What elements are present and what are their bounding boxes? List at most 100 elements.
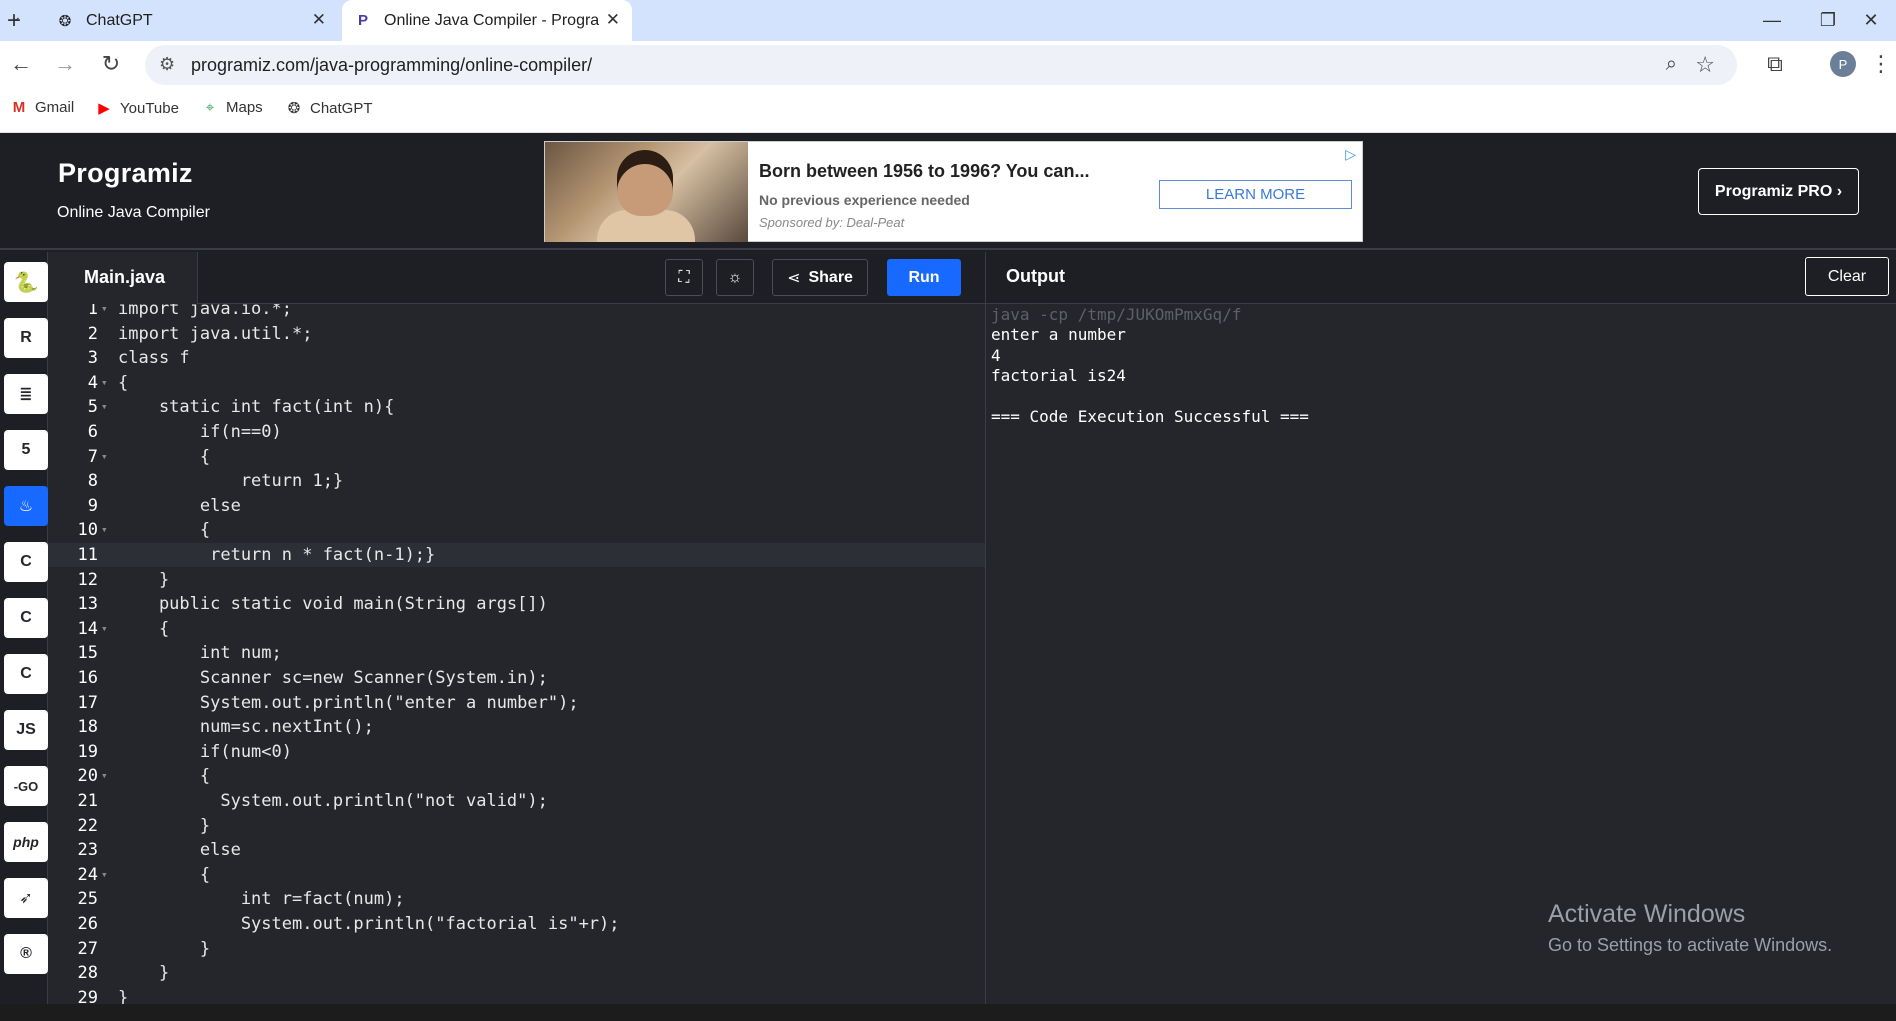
r-icon[interactable]: R — [4, 318, 48, 358]
file-tab-main-java[interactable]: Main.java — [48, 252, 198, 304]
ad-title[interactable]: Born between 1956 to 1996? You can... — [759, 161, 1089, 182]
ad-image[interactable] — [545, 142, 748, 242]
code-text[interactable]: { — [118, 445, 210, 469]
fold-arrow-icon[interactable]: ▾ — [101, 304, 108, 321]
run-button[interactable]: Run — [887, 259, 961, 296]
code-line[interactable]: 13 public static void main(String args[]… — [48, 592, 985, 616]
code-line[interactable]: 28 } — [48, 961, 985, 985]
fold-arrow-icon[interactable]: ▾ — [101, 764, 108, 788]
code-line[interactable]: 18 num=sc.nextInt(); — [48, 715, 985, 739]
zoom-icon[interactable]: ⌕ — [1666, 53, 1677, 76]
fold-arrow-icon[interactable]: ▾ — [101, 395, 108, 419]
java-icon[interactable]: ♨ — [4, 486, 48, 526]
fold-arrow-icon[interactable]: ▾ — [101, 518, 108, 542]
database-icon[interactable]: ≣ — [4, 374, 48, 414]
code-line[interactable]: 6 if(n==0) — [48, 420, 985, 444]
back-icon[interactable]: ← — [6, 49, 36, 79]
bookmark-maps[interactable]: ⌖ Maps — [201, 99, 263, 116]
code-line[interactable]: 24 ▾ { — [48, 863, 985, 887]
code-line[interactable]: 26 System.out.println("factorial is"+r); — [48, 912, 985, 936]
code-text[interactable]: class f — [118, 346, 190, 370]
ad-learn-more-button[interactable]: LEARN MORE — [1159, 180, 1352, 209]
code-line[interactable]: 12 } — [48, 568, 985, 592]
code-text[interactable]: else — [118, 838, 241, 862]
close-window-button[interactable]: ✕ — [1846, 0, 1896, 41]
tab-search-icon[interactable]: ⌄ — [10, 8, 22, 25]
fold-arrow-icon[interactable]: ▾ — [101, 445, 108, 469]
bookmark-gmail[interactable]: M Gmail — [10, 99, 74, 116]
share-button[interactable]: ⋖ Share — [772, 259, 868, 296]
forward-icon[interactable]: → — [50, 49, 80, 79]
code-line[interactable]: 23 else — [48, 838, 985, 862]
code-text[interactable]: import java.io.*; — [118, 304, 292, 321]
code-line[interactable]: 11 return n * fact(n-1);} — [48, 543, 985, 567]
code-line[interactable]: 15 int num; — [48, 641, 985, 665]
code-text[interactable]: import java.util.*; — [118, 322, 312, 346]
code-text[interactable]: } — [118, 937, 210, 961]
tab-chatgpt[interactable]: ❂ ChatGPT ✕ — [48, 0, 338, 41]
fold-arrow-icon[interactable]: ▾ — [101, 863, 108, 887]
csharp-icon[interactable]: C — [4, 654, 48, 694]
code-line[interactable]: 29} — [48, 986, 985, 1004]
code-line[interactable]: 17 System.out.println("enter a number"); — [48, 691, 985, 715]
code-line[interactable]: 7 ▾ { — [48, 445, 985, 469]
code-line[interactable]: 2 import java.util.*; — [48, 322, 985, 346]
c-icon[interactable]: C — [4, 542, 48, 582]
code-text[interactable]: Scanner sc=new Scanner(System.in); — [118, 666, 548, 690]
adchoices-icon[interactable]: ▷ — [1345, 146, 1356, 163]
code-text[interactable]: System.out.println("not valid"); — [118, 789, 548, 813]
code-line[interactable]: 3 class f — [48, 346, 985, 370]
code-line[interactable]: 20 ▾ { — [48, 764, 985, 788]
code-text[interactable]: { — [118, 371, 128, 395]
code-text[interactable]: else — [118, 494, 241, 518]
code-text[interactable]: if(n==0) — [118, 420, 282, 444]
tab-programiz[interactable]: P Online Java Compiler - Program ✕ — [342, 0, 632, 41]
code-text[interactable]: int r=fact(num); — [118, 887, 405, 911]
address-bar[interactable]: ⚙ programiz.com/java-programming/online-… — [145, 45, 1737, 85]
go-icon[interactable]: -GO — [4, 766, 48, 806]
html5-icon[interactable]: 5 — [4, 430, 48, 470]
code-line[interactable]: 25 int r=fact(num); — [48, 887, 985, 911]
browser-menu-icon[interactable]: ⋮ — [1866, 49, 1896, 79]
url-text[interactable]: programiz.com/java-programming/online-co… — [191, 55, 592, 76]
code-text[interactable]: } — [118, 568, 169, 592]
code-line[interactable]: 8 return 1;} — [48, 469, 985, 493]
code-text[interactable]: } — [118, 961, 169, 985]
code-text[interactable]: System.out.println("enter a number"); — [118, 691, 579, 715]
code-line[interactable]: 16 Scanner sc=new Scanner(System.in); — [48, 666, 985, 690]
code-line[interactable]: 9 else — [48, 494, 985, 518]
code-text[interactable]: return n * fact(n-1);} — [118, 543, 435, 567]
site-info-icon[interactable]: ⚙ — [159, 54, 175, 75]
fold-arrow-icon[interactable]: ▾ — [101, 617, 108, 641]
code-line[interactable]: 10 ▾ { — [48, 518, 985, 542]
code-editor[interactable]: 1 ▾ import java.io.*; 2 import java.util.*; 3… — [48, 304, 985, 1004]
bookmark-chatgpt[interactable]: ❂ ChatGPT — [285, 99, 373, 118]
code-line[interactable]: 14 ▾ { — [48, 617, 985, 641]
close-icon[interactable]: ✕ — [606, 10, 620, 30]
close-icon[interactable]: ✕ — [312, 10, 326, 30]
bookmark-star-icon[interactable]: ☆ — [1695, 52, 1715, 78]
reload-icon[interactable]: ↻ — [96, 49, 126, 79]
code-text[interactable]: if(num<0) — [118, 740, 292, 764]
theme-toggle-icon[interactable]: ☼ — [716, 259, 754, 296]
profile-avatar[interactable]: P — [1830, 51, 1856, 77]
code-text[interactable]: return 1;} — [118, 469, 343, 493]
rust-icon[interactable]: ® — [4, 934, 48, 974]
code-line[interactable]: 1 ▾ import java.io.*; — [48, 304, 985, 321]
code-text[interactable]: public static void main(String args[]) — [118, 592, 548, 616]
bookmark-youtube[interactable]: ▶ YouTube — [95, 99, 179, 118]
code-text[interactable]: { — [118, 764, 210, 788]
code-text[interactable]: static int fact(int n){ — [118, 395, 394, 419]
code-text[interactable]: { — [118, 617, 169, 641]
code-line[interactable]: 21 System.out.println("not valid"); — [48, 789, 985, 813]
fullscreen-icon[interactable]: ⛶ — [665, 259, 703, 296]
programiz-logo[interactable]: Programiz — [58, 158, 193, 189]
code-text[interactable]: } — [118, 814, 210, 838]
php-icon[interactable]: php — [4, 822, 48, 862]
minimize-button[interactable]: — — [1744, 0, 1800, 41]
extensions-icon[interactable]: ⧉ — [1760, 49, 1790, 79]
python-icon[interactable]: 🐍 — [4, 262, 48, 302]
ad-banner[interactable]: Born between 1956 to 1996? You can... No… — [544, 141, 1363, 242]
code-line[interactable]: 4 ▾ { — [48, 371, 985, 395]
code-line[interactable]: 19 if(num<0) — [48, 740, 985, 764]
